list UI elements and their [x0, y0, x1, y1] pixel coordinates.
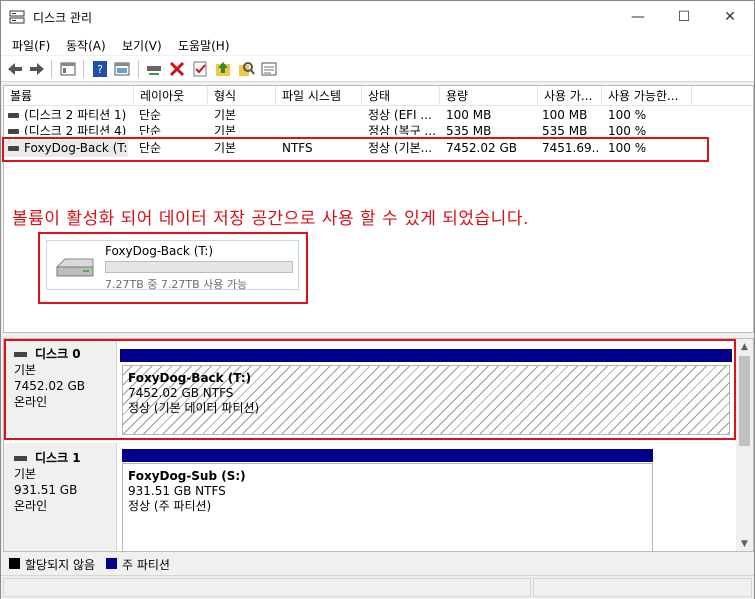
disk-1-name: 디스크 1	[35, 451, 81, 465]
toolbar-separator	[51, 60, 52, 78]
volume-type: 기본	[214, 108, 237, 122]
column-percent-free[interactable]: 사용 가능한...	[602, 86, 692, 106]
volume-status: 정상 (EFI ...	[368, 108, 432, 122]
disk-1-size: 931.51 GB	[14, 483, 78, 497]
volume-list: 볼륨 레이아웃 형식 파일 시스템 상태 용량 사용 가... 사용 가능한..…	[2, 85, 754, 333]
disk-1-label[interactable]: 디스크 1 기본 931.51 GB 온라인	[4, 443, 117, 551]
partition-header	[122, 449, 653, 462]
volume-row[interactable]: (디스크 2 파티션 1) 단순 기본 정상 (EFI ... 100 MB 1…	[4, 107, 753, 124]
volume-name-cell: (디스크 2 파티션 1)	[8, 107, 132, 124]
volume-percent: 100 %	[608, 124, 647, 135]
maximize-icon: ☐	[677, 9, 691, 25]
delete-icon[interactable]	[167, 59, 187, 79]
scroll-down-icon[interactable]: ▼	[736, 536, 753, 551]
drive-icon	[55, 258, 94, 277]
toolbar: ?	[1, 56, 754, 82]
properties-icon[interactable]	[58, 59, 78, 79]
volume-list-header: 볼륨 레이아웃 형식 파일 시스템 상태 용량 사용 가... 사용 가능한..…	[4, 86, 753, 106]
volume-fs	[282, 107, 360, 124]
volume-card-name: FoxyDog-Back (T:)	[105, 244, 214, 258]
column-file-system[interactable]: 파일 시스템	[276, 86, 362, 106]
disk-map: 디스크 0 기본 7452.02 GB 온라인 FoxyDog-Back (T:…	[3, 338, 754, 552]
highlight-box-disk-0	[4, 339, 736, 440]
disk-1-partition[interactable]: FoxyDog-Sub (S:) 931.51 GB NTFS 정상 (주 파티…	[122, 463, 653, 551]
search-icon[interactable]	[236, 59, 256, 79]
volume-free: 100 MB	[542, 108, 588, 122]
column-type[interactable]: 형식	[208, 86, 276, 106]
forward-icon[interactable]	[27, 59, 47, 79]
column-status[interactable]: 상태	[362, 86, 440, 106]
svg-text:?: ?	[97, 63, 103, 76]
close-button[interactable]: ✕	[707, 1, 753, 33]
list-icon[interactable]	[259, 59, 279, 79]
menu-file[interactable]: 파일(F)	[12, 37, 50, 54]
column-volume[interactable]: 볼륨	[4, 86, 134, 106]
partition-status: 정상 (주 파티션)	[128, 499, 212, 513]
legend-swatch-unallocated	[9, 558, 20, 569]
status-cell	[3, 578, 531, 597]
volume-layout: 단순	[139, 124, 162, 135]
volume-percent: 100 %	[608, 108, 647, 122]
disk-1-title: 디스크 1	[14, 449, 116, 466]
legend-label-unallocated: 할당되지 않음	[25, 558, 96, 572]
toolbar-separator	[138, 60, 139, 78]
column-layout[interactable]: 레이아웃	[134, 86, 208, 106]
menu-view[interactable]: 보기(V)	[122, 37, 162, 54]
window-title: 디스크 관리	[33, 11, 93, 25]
legend-label-primary: 주 파티션	[122, 558, 170, 572]
volume-layout: 단순	[139, 108, 162, 122]
status-bar	[1, 575, 754, 599]
title-bar: 디스크 관리 — ☐ ✕	[1, 1, 754, 33]
volume-type: 기본	[214, 124, 237, 135]
scroll-thumb[interactable]	[739, 356, 750, 446]
connect-icon[interactable]	[144, 59, 164, 79]
volume-usage-bar	[105, 261, 293, 273]
menu-bar: 파일(F) 동작(A) 보기(V) 도움말(H)	[1, 33, 754, 55]
menu-action[interactable]: 동작(A)	[66, 37, 106, 54]
check-icon[interactable]	[190, 59, 210, 79]
view-icon[interactable]	[112, 59, 132, 79]
volume-capacity: 100 MB	[446, 108, 492, 122]
scroll-up-icon[interactable]: ▲	[736, 339, 753, 356]
minimize-icon: —	[631, 9, 645, 25]
volume-name: (디스크 2 파티션 4)	[24, 124, 127, 135]
disk-management-window: 디스크 관리 — ☐ ✕ 파일(F) 동작(A) 보기(V) 도움말(H) ? …	[0, 0, 755, 599]
volume-free: 535 MB	[542, 124, 588, 135]
volume-card-detail: 7.27TB 중 7.27TB 사용 가능	[105, 278, 248, 291]
volume-card[interactable]: FoxyDog-Back (T:) 7.27TB 중 7.27TB 사용 가능	[46, 240, 299, 291]
volume-fs	[282, 123, 360, 135]
volume-icon	[8, 129, 19, 134]
toolbar-separator	[83, 60, 84, 78]
column-capacity[interactable]: 용량	[440, 86, 538, 106]
volume-name-cell: (디스크 2 파티션 4)	[8, 123, 132, 135]
legend-swatch-primary	[106, 558, 117, 569]
disk-1-state: 온라인	[14, 499, 48, 513]
disk-map-scrollbar[interactable]: ▲ ▼	[736, 339, 753, 551]
up-icon[interactable]	[213, 59, 233, 79]
back-icon[interactable]	[5, 59, 25, 79]
highlight-box-volume-row	[2, 137, 709, 162]
legend: 할당되지 않음 주 파티션	[1, 552, 754, 574]
partition-info: FoxyDog-Sub (S:) 931.51 GB NTFS 정상 (주 파티…	[128, 469, 652, 514]
annotation-text: 볼륨이 활성화 되어 데이터 저장 공간으로 사용 할 수 있게 되었습니다.	[12, 209, 529, 229]
column-free-space[interactable]: 사용 가...	[538, 86, 602, 106]
volume-name: (디스크 2 파티션 1)	[24, 108, 127, 122]
status-cell	[533, 578, 752, 597]
volume-capacity: 535 MB	[446, 124, 492, 135]
menu-help[interactable]: 도움말(H)	[178, 37, 230, 54]
help-icon[interactable]: ?	[90, 59, 110, 79]
maximize-button[interactable]: ☐	[661, 1, 707, 33]
partition-name: FoxyDog-Sub (S:)	[128, 469, 246, 483]
partition-size: 931.51 GB NTFS	[128, 484, 226, 498]
disk-1-kind: 기본	[14, 467, 37, 481]
volume-icon	[8, 113, 19, 118]
volume-status: 정상 (복구 ...	[368, 124, 436, 135]
disk-icon	[14, 456, 27, 461]
volume-row[interactable]: (디스크 2 파티션 4) 단순 기본 정상 (복구 ... 535 MB 53…	[4, 123, 753, 135]
minimize-button[interactable]: —	[615, 1, 661, 33]
disk-management-app-icon	[9, 10, 25, 24]
close-icon: ✕	[724, 9, 736, 25]
